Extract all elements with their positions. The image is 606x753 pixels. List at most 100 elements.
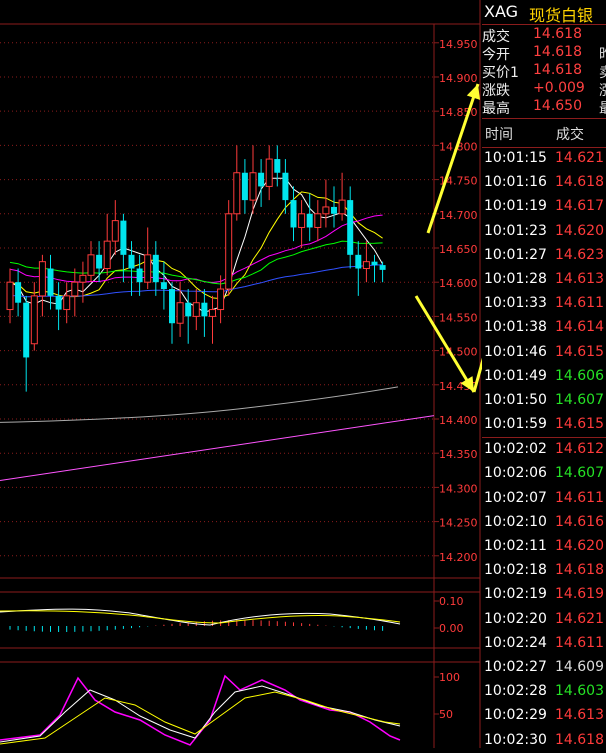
tick-row[interactable]: 10:01:27 14.623 [482, 244, 606, 268]
tick-row[interactable]: 10:02:28 14.603 [482, 680, 606, 704]
macd-panel: 0.10 0.00 [0, 595, 464, 635]
kline-chart[interactable]: 14.95014.90014.85014.80014.75014.70014.6… [0, 0, 551, 748]
kdj-d-line [0, 691, 401, 745]
candle-body [23, 302, 30, 358]
candle-body [217, 288, 225, 311]
quote-extra: 最 [599, 98, 606, 118]
tick-time: 10:01:38 [484, 319, 547, 336]
tick-time: 10:02:19 [484, 586, 547, 603]
tick-price: 14.615 [555, 416, 604, 433]
candle-body [63, 295, 71, 311]
candle-body [209, 309, 216, 317]
tick-row[interactable]: 10:02:27 14.609 [482, 656, 606, 680]
tick-time: 10:01:27 [484, 246, 547, 263]
candle-body [30, 295, 38, 345]
axis-label: 14.550 [439, 311, 478, 324]
tick-row[interactable]: 10:02:24 14.611 [482, 632, 606, 656]
tick-price: 14.612 [555, 441, 604, 458]
tick-row[interactable]: 10:02:06 14.607 [482, 462, 606, 486]
candle-body [258, 172, 265, 187]
tick-price: 14.613 [555, 270, 604, 287]
quote-label: 涨跌 [482, 83, 510, 99]
candle-body [87, 254, 95, 276]
quote-label: 最高 [482, 101, 510, 117]
tick-row[interactable]: 10:02:20 14.621 [482, 608, 606, 632]
candle-body [338, 199, 346, 215]
quote-value: 14.650 [533, 98, 582, 114]
tick-time: 10:02:20 [484, 610, 547, 627]
tick-row[interactable]: 10:02:10 14.616 [482, 511, 606, 535]
tick-price: 14.620 [555, 538, 604, 554]
tick-time: 10:01:50 [484, 391, 547, 408]
col-price: 成交 [556, 127, 584, 143]
tick-row[interactable]: 10:02:29 14.613 [482, 704, 606, 728]
tick-time: 10:02:29 [484, 707, 547, 724]
tick-time: 10:01:49 [484, 367, 547, 384]
tick-time: 10:02:24 [484, 634, 547, 651]
tick-row[interactable]: 10:01:50 14.607 [482, 389, 606, 413]
arrowhead [466, 84, 481, 100]
ma20-line [9, 214, 383, 284]
symbol-header: XAG 现货白银 [482, 0, 606, 25]
moving-average-lines [0, 177, 435, 482]
candle-body [249, 172, 257, 201]
axis-label: 14.600 [439, 277, 478, 290]
axis-label: 14.400 [439, 414, 478, 427]
tick-row[interactable]: 10:01:46 14.615 [482, 341, 606, 365]
tick-time: 10:01:16 [484, 174, 547, 191]
tick-price: 14.607 [555, 465, 604, 482]
kdj-axis-label: 50 [439, 708, 453, 721]
quote-extra: 卖 [599, 62, 606, 82]
axis-label: 14.700 [439, 209, 478, 222]
tick-row[interactable]: 10:02:11 14.620 [482, 535, 606, 559]
tick-price: 14.609 [555, 658, 604, 675]
candle-body [322, 206, 330, 215]
tick-price: 14.603 [555, 683, 604, 700]
quote-extra: 昨 [599, 44, 606, 64]
tick-row[interactable]: 10:01:23 14.620 [482, 220, 606, 244]
axis-label: 14.300 [439, 482, 478, 495]
tick-row[interactable]: 10:02:02 14.612 [482, 437, 606, 462]
quote-sidebar: XAG 现货白银 成交 14.618 今开 14.618 昨买价1 14.618… [482, 0, 606, 748]
candle-body [185, 302, 192, 317]
tick-row[interactable]: 10:02:18 14.618 [482, 559, 606, 583]
tick-time: 10:01:19 [484, 198, 547, 215]
tick-price: 14.611 [555, 489, 604, 506]
symbol-code: XAG [484, 2, 519, 21]
tick-row[interactable]: 10:02:19 14.619 [482, 583, 606, 607]
candle-body [136, 268, 143, 283]
candle-body [192, 302, 200, 317]
tick-list[interactable]: 10:01:15 14.621 10:01:16 14.618 10:01:19 1… [482, 147, 606, 753]
candle-body [298, 213, 306, 228]
tick-row[interactable]: 10:02:30 14.618 [482, 729, 606, 753]
quote-label: 今开 [482, 47, 510, 63]
tick-row[interactable]: 10:01:49 14.606 [482, 365, 606, 389]
candle-body [362, 261, 370, 270]
tick-row[interactable]: 10:01:33 14.611 [482, 292, 606, 316]
candle-body [96, 254, 103, 269]
candle-body [314, 213, 322, 228]
candle-body [79, 274, 87, 283]
tick-row[interactable]: 10:01:19 14.617 [482, 195, 606, 219]
quote-row: 今开 14.618 昨 [482, 44, 606, 64]
tick-price: 14.618 [555, 731, 604, 748]
tick-time: 10:01:46 [484, 343, 547, 360]
tick-price: 14.617 [555, 198, 604, 215]
candle-body [282, 172, 289, 201]
tick-row[interactable]: 10:01:59 14.615 [482, 413, 606, 437]
chart-grid [0, 0, 481, 748]
tick-row[interactable]: 10:01:15 14.621 [482, 147, 606, 171]
tick-row[interactable]: 10:01:38 14.614 [482, 316, 606, 340]
candle-body [6, 281, 14, 311]
axis-label: 14.900 [439, 72, 478, 85]
tick-time: 10:02:06 [484, 465, 547, 482]
candle-body [347, 200, 354, 255]
quote-value: +0.009 [533, 80, 585, 96]
tick-row[interactable]: 10:01:16 14.618 [482, 171, 606, 195]
tick-row[interactable]: 10:01:28 14.613 [482, 268, 606, 292]
tick-row[interactable]: 10:02:07 14.611 [482, 487, 606, 511]
tick-time: 10:01:28 [484, 270, 547, 287]
quote-row: 买价1 14.618 卖 [482, 62, 606, 82]
tick-price: 14.614 [555, 319, 604, 336]
quote-value: 14.618 [533, 44, 582, 60]
